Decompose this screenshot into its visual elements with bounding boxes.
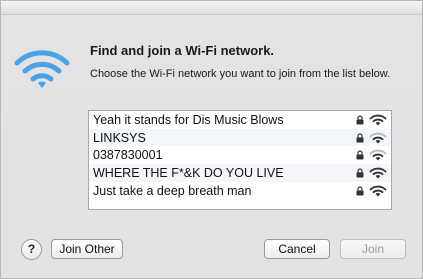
- window-titlebar[interactable]: [1, 1, 422, 15]
- signal-strength-icon: [369, 185, 387, 197]
- cancel-button[interactable]: Cancel: [264, 239, 330, 259]
- join-button[interactable]: Join: [340, 239, 406, 259]
- join-other-button[interactable]: Join Other: [51, 239, 123, 259]
- lock-icon: [356, 115, 364, 125]
- network-name: 0387830001: [93, 148, 163, 163]
- network-row[interactable]: Just take a deep breath man: [89, 182, 391, 200]
- signal-strength-icon: [369, 167, 387, 179]
- help-button[interactable]: ?: [21, 239, 42, 260]
- network-row[interactable]: WHERE THE F*&K DO YOU LIVE: [89, 164, 391, 182]
- network-name: LINKSYS: [93, 130, 146, 145]
- network-list[interactable]: Yeah it stands for Dis Music Blows LINKSY…: [88, 110, 392, 210]
- dialog-subheading: Choose the Wi-Fi network you want to joi…: [90, 68, 391, 80]
- network-row[interactable]: Yeah it stands for Dis Music Blows: [89, 111, 391, 129]
- wifi-join-dialog: Find and join a Wi-Fi network. Choose th…: [0, 0, 423, 279]
- signal-strength-icon: [369, 114, 387, 126]
- signal-strength-icon: [369, 150, 387, 161]
- lock-icon: [356, 168, 364, 178]
- lock-icon: [356, 186, 364, 196]
- signal-strength-icon: [369, 132, 387, 144]
- network-row[interactable]: 0387830001: [89, 146, 391, 164]
- wifi-icon: [14, 50, 70, 88]
- lock-icon: [356, 150, 364, 160]
- network-name: Just take a deep breath man: [93, 183, 252, 198]
- network-name: WHERE THE F*&K DO YOU LIVE: [93, 166, 284, 181]
- network-name: Yeah it stands for Dis Music Blows: [93, 113, 284, 127]
- dialog-heading: Find and join a Wi-Fi network.: [90, 43, 275, 58]
- network-row[interactable]: LINKSYS: [89, 128, 391, 147]
- lock-icon: [356, 133, 364, 143]
